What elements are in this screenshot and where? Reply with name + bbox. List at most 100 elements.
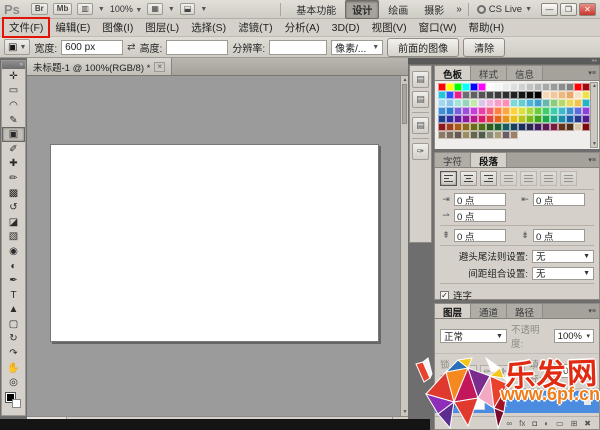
color-swatch[interactable] bbox=[470, 91, 478, 99]
color-swatch[interactable] bbox=[550, 115, 558, 123]
shape-tool[interactable]: ▢ bbox=[2, 317, 25, 332]
color-swatch[interactable] bbox=[542, 115, 550, 123]
dodge-tool[interactable]: ◐ bbox=[2, 259, 25, 274]
space-before-input[interactable] bbox=[454, 229, 506, 242]
dock-panel-icon[interactable]: ▤ bbox=[412, 91, 429, 108]
resolution-unit-dropdown[interactable]: 像素/...▼ bbox=[331, 40, 383, 55]
color-swatch[interactable] bbox=[486, 99, 494, 107]
quick-selection-tool[interactable]: ✎ bbox=[2, 113, 25, 128]
color-swatch[interactable] bbox=[566, 91, 574, 99]
color-swatch[interactable] bbox=[574, 91, 582, 99]
gradient-tool[interactable]: ▧ bbox=[2, 230, 25, 245]
menu-item[interactable]: 图层(L) bbox=[139, 18, 185, 37]
tab-路径[interactable]: 路径 bbox=[507, 304, 543, 318]
color-swatch[interactable] bbox=[494, 83, 502, 91]
left-indent-input[interactable] bbox=[454, 193, 506, 206]
color-swatch[interactable] bbox=[478, 123, 486, 131]
color-swatch[interactable] bbox=[502, 131, 510, 139]
color-swatch[interactable] bbox=[494, 131, 502, 139]
menu-item[interactable]: 滤镜(T) bbox=[232, 18, 278, 37]
color-swatch[interactable] bbox=[558, 99, 566, 107]
scroll-down-icon[interactable]: ▼ bbox=[592, 141, 597, 147]
bridge-button[interactable]: Br bbox=[31, 3, 48, 15]
lasso-tool[interactable]: ◠ bbox=[2, 98, 25, 113]
clone-stamp-tool[interactable]: ▩ bbox=[2, 186, 25, 201]
color-swatch[interactable] bbox=[462, 91, 470, 99]
color-swatch[interactable] bbox=[518, 91, 526, 99]
menu-item[interactable]: 帮助(H) bbox=[463, 18, 511, 37]
width-input[interactable] bbox=[61, 40, 123, 55]
tab-段落[interactable]: 段落 bbox=[471, 153, 507, 167]
color-swatch[interactable] bbox=[550, 91, 558, 99]
crop-tool-preset[interactable]: ▣▼ bbox=[4, 39, 30, 55]
canvas-area[interactable] bbox=[27, 76, 400, 416]
color-swatch[interactable] bbox=[438, 115, 446, 123]
color-swatch[interactable] bbox=[478, 131, 486, 139]
color-swatch[interactable] bbox=[566, 123, 574, 131]
color-swatch[interactable] bbox=[526, 91, 534, 99]
color-swatch[interactable] bbox=[534, 91, 542, 99]
tab-通道[interactable]: 通道 bbox=[471, 304, 507, 318]
color-swatch[interactable] bbox=[438, 123, 446, 131]
color-swatch[interactable] bbox=[438, 91, 446, 99]
panel-menu-icon[interactable]: ▾≡ bbox=[585, 69, 599, 77]
color-swatch[interactable] bbox=[446, 115, 454, 123]
height-input[interactable] bbox=[166, 40, 228, 55]
color-swatch[interactable] bbox=[550, 123, 558, 131]
tab-字符[interactable]: 字符 bbox=[435, 153, 471, 167]
color-swatch[interactable] bbox=[518, 99, 526, 107]
scroll-up-icon[interactable]: ▲ bbox=[592, 83, 597, 89]
move-tool[interactable]: ✛ bbox=[2, 69, 25, 84]
color-swatch[interactable] bbox=[486, 107, 494, 115]
color-swatch[interactable] bbox=[438, 131, 446, 139]
align-j2-button[interactable] bbox=[520, 171, 537, 186]
cs-live-button[interactable]: CS Live ▼ bbox=[477, 4, 532, 15]
color-swatch[interactable] bbox=[438, 107, 446, 115]
color-swatch[interactable] bbox=[438, 99, 446, 107]
color-swatch[interactable] bbox=[510, 99, 518, 107]
color-swatch[interactable] bbox=[494, 115, 502, 123]
color-swatch[interactable] bbox=[550, 99, 558, 107]
menu-item[interactable]: 编辑(E) bbox=[49, 18, 96, 37]
color-swatch[interactable] bbox=[558, 91, 566, 99]
color-swatch[interactable] bbox=[470, 131, 478, 139]
color-swatch[interactable] bbox=[566, 83, 574, 91]
dock-panel-icon[interactable]: ▤ bbox=[412, 117, 429, 134]
color-swatch[interactable] bbox=[510, 131, 518, 139]
color-swatch[interactable] bbox=[558, 123, 566, 131]
color-swatch[interactable] bbox=[502, 99, 510, 107]
zoom-tool[interactable]: ◎ bbox=[2, 375, 25, 390]
toolbox-collapse-header[interactable]: » bbox=[2, 61, 25, 69]
color-swatch[interactable] bbox=[446, 83, 454, 91]
workspace-button[interactable]: 基本功能 bbox=[289, 0, 343, 19]
color-swatch[interactable] bbox=[446, 99, 454, 107]
color-swatch[interactable] bbox=[550, 107, 558, 115]
color-swatch[interactable] bbox=[582, 91, 590, 99]
color-swatch[interactable] bbox=[462, 107, 470, 115]
zoom-level-dropdown[interactable]: 100% ▼ bbox=[110, 4, 142, 14]
color-swatch[interactable] bbox=[542, 83, 550, 91]
color-swatch[interactable] bbox=[462, 123, 470, 131]
color-swatch[interactable] bbox=[478, 115, 486, 123]
color-swatch[interactable] bbox=[510, 107, 518, 115]
menu-item[interactable]: 分析(A) bbox=[279, 18, 326, 37]
blend-mode-dropdown[interactable]: 正常▼ bbox=[440, 329, 507, 343]
healing-brush-tool[interactable]: ✚ bbox=[2, 157, 25, 172]
color-swatch[interactable] bbox=[446, 131, 454, 139]
color-swatch[interactable] bbox=[438, 83, 446, 91]
opacity-field[interactable]: 100%▾ bbox=[554, 329, 594, 343]
color-swatch[interactable] bbox=[502, 123, 510, 131]
close-button[interactable]: ✕ bbox=[579, 3, 596, 16]
align-j4-button[interactable] bbox=[560, 171, 577, 186]
color-swatch[interactable] bbox=[470, 123, 478, 131]
color-swatch[interactable] bbox=[470, 83, 478, 91]
screen-mode-button[interactable]: ⬓ bbox=[180, 3, 196, 15]
color-swatch[interactable] bbox=[534, 99, 542, 107]
vertical-scrollbar[interactable]: ▲ ▼ bbox=[400, 76, 408, 416]
dock-panel-icon[interactable]: ✑ bbox=[412, 143, 429, 160]
blur-tool[interactable]: ◉ bbox=[2, 244, 25, 259]
swatches-scrollbar[interactable]: ▲▼ bbox=[590, 82, 598, 148]
color-swatch[interactable] bbox=[462, 131, 470, 139]
color-swatch[interactable] bbox=[486, 91, 494, 99]
color-swatch[interactable] bbox=[574, 83, 582, 91]
